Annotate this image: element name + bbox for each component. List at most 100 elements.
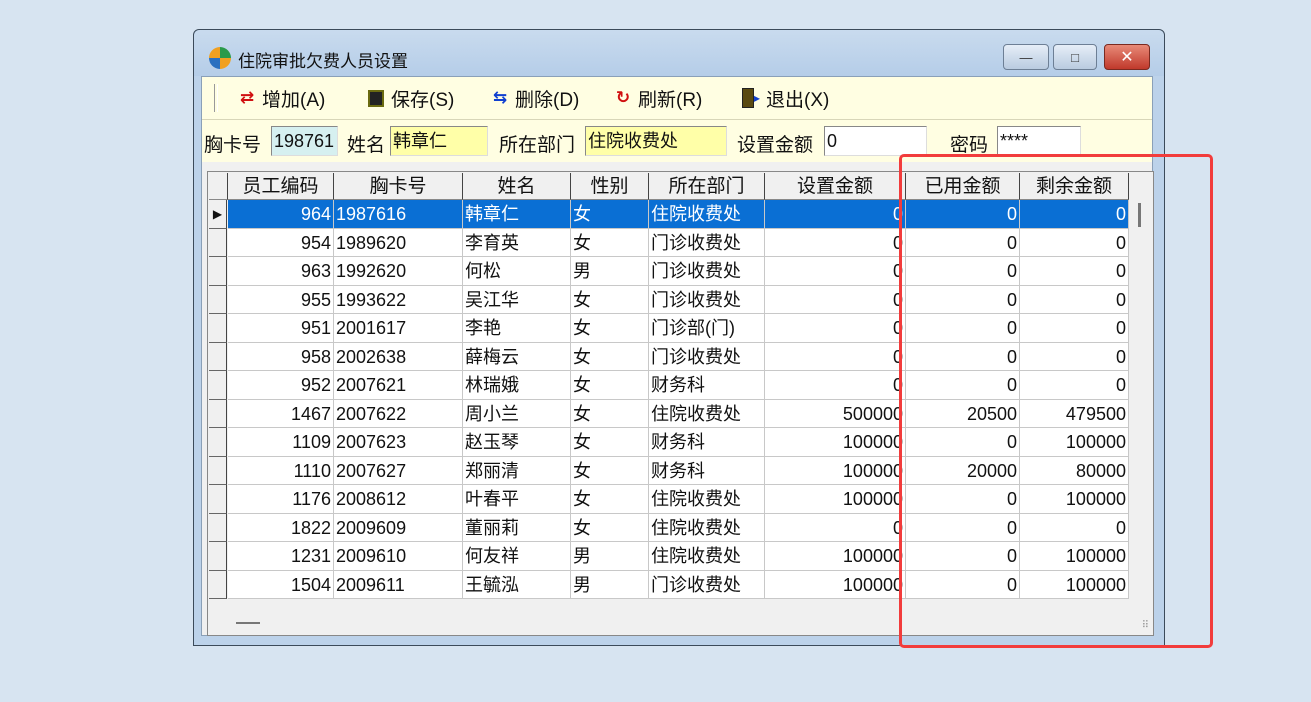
cell-badge-no[interactable]: 1987616 [334,200,463,229]
table-row[interactable]: ▶ 964 1987616 韩章仁女住院收费处 0 0 0 [208,200,1129,229]
exit-button[interactable]: ▸ 退出(X) [740,85,829,111]
name-input[interactable]: 韩章仁 [390,126,488,156]
cell-used-amount[interactable]: 0 [906,485,1020,514]
cell-set-amount[interactable]: 100000 [765,485,906,514]
cell-remaining-amount[interactable]: 0 [1020,371,1129,400]
cell-name[interactable]: 薛梅云 [463,342,571,371]
cell-employee-id[interactable]: 1504 [228,570,334,599]
cell-department[interactable]: 住院收费处 [649,485,765,514]
cell-gender[interactable]: 女 [571,399,649,428]
cell-department[interactable]: 住院收费处 [649,399,765,428]
cell-set-amount[interactable]: 0 [765,228,906,257]
cell-employee-id[interactable]: 1822 [228,513,334,542]
cell-gender[interactable]: 女 [571,200,649,229]
row-selector[interactable] [209,399,227,428]
row-selector[interactable] [209,285,227,314]
cell-badge-no[interactable]: 2002638 [334,342,463,371]
row-selector[interactable] [209,371,227,400]
cell-set-amount[interactable]: 0 [765,200,906,229]
cell-remaining-amount[interactable]: 0 [1020,314,1129,343]
cell-remaining-amount[interactable]: 0 [1020,342,1129,371]
cell-badge-no[interactable]: 2007627 [334,456,463,485]
table-row[interactable]: 1110 2007627 郑丽清女财务科 100000 20000 80000 [208,456,1129,485]
table-row[interactable]: 951 2001617 李艳女门诊部(门) 0 0 0 [208,314,1129,343]
cell-employee-id[interactable]: 954 [228,228,334,257]
cell-used-amount[interactable]: 0 [906,257,1020,286]
row-selector[interactable] [209,428,227,457]
cell-remaining-amount[interactable]: 0 [1020,228,1129,257]
cell-department[interactable]: 门诊收费处 [649,257,765,286]
cell-used-amount[interactable]: 0 [906,200,1020,229]
cell-department[interactable]: 住院收费处 [649,200,765,229]
cell-used-amount[interactable]: 0 [906,542,1020,571]
cell-name[interactable]: 韩章仁 [463,200,571,229]
column-header-department[interactable]: 所在部门 [649,173,765,200]
cell-department[interactable]: 门诊部(门) [649,314,765,343]
cell-employee-id[interactable]: 1110 [228,456,334,485]
dept-input[interactable]: 住院收费处 [585,126,727,156]
resize-grip-icon[interactable]: ⠿ [1142,620,1149,631]
row-selector[interactable] [209,228,227,257]
cell-used-amount[interactable]: 0 [906,228,1020,257]
cell-remaining-amount[interactable]: 0 [1020,257,1129,286]
cell-remaining-amount[interactable]: 479500 [1020,399,1129,428]
cell-department[interactable]: 财务科 [649,456,765,485]
cell-name[interactable]: 王毓泓 [463,570,571,599]
cell-name[interactable]: 何松 [463,257,571,286]
cell-badge-no[interactable]: 2008612 [334,485,463,514]
cell-remaining-amount[interactable]: 80000 [1020,456,1129,485]
horizontal-scrollbar-thumb[interactable] [236,622,260,624]
cell-employee-id[interactable]: 952 [228,371,334,400]
cell-set-amount[interactable]: 100000 [765,428,906,457]
cell-department[interactable]: 门诊收费处 [649,570,765,599]
title-bar[interactable]: 住院审批欠费人员设置 — □ ✕ [194,30,1164,76]
scrollbar-thumb[interactable] [1138,203,1141,227]
table-row[interactable]: 963 1992620 何松男门诊收费处 0 0 0 [208,257,1129,286]
cell-name[interactable]: 郑丽清 [463,456,571,485]
row-selector[interactable] [209,257,227,286]
cell-remaining-amount[interactable]: 0 [1020,513,1129,542]
data-grid[interactable]: ⠿ 员工编码 胸卡号 姓名 性别 所在部门 设置金额 已用金额 剩余金额 ▶ 964 1987616… [207,171,1154,636]
column-header-badge-no[interactable]: 胸卡号 [334,173,463,200]
row-selector[interactable] [209,513,227,542]
add-button[interactable]: ⇄ 增加(A) [236,85,325,111]
cell-employee-id[interactable]: 963 [228,257,334,286]
cell-set-amount[interactable]: 100000 [765,456,906,485]
cell-badge-no[interactable]: 1989620 [334,228,463,257]
cell-department[interactable]: 门诊收费处 [649,342,765,371]
current-row-indicator-icon[interactable]: ▶ [209,200,227,229]
cell-employee-id[interactable]: 1231 [228,542,334,571]
cell-employee-id[interactable]: 951 [228,314,334,343]
cell-name[interactable]: 董丽莉 [463,513,571,542]
cell-gender[interactable]: 男 [571,542,649,571]
cell-employee-id[interactable]: 958 [228,342,334,371]
cell-gender[interactable]: 女 [571,513,649,542]
cell-badge-no[interactable]: 2007623 [334,428,463,457]
cell-remaining-amount[interactable]: 100000 [1020,485,1129,514]
table-row[interactable]: 1504 2009611 王毓泓男门诊收费处 100000 0 100000 [208,570,1129,599]
cell-employee-id[interactable]: 955 [228,285,334,314]
cell-name[interactable]: 李育英 [463,228,571,257]
table-row[interactable]: 1176 2008612 叶春平女住院收费处 100000 0 100000 [208,485,1129,514]
minimize-button[interactable]: — [1003,44,1049,70]
cell-remaining-amount[interactable]: 100000 [1020,428,1129,457]
table-row[interactable]: 1822 2009609 董丽莉女住院收费处 0 0 0 [208,513,1129,542]
cell-department[interactable]: 门诊收费处 [649,285,765,314]
save-button[interactable]: 保存(S) [365,85,454,111]
cell-gender[interactable]: 女 [571,342,649,371]
cell-set-amount[interactable]: 0 [765,314,906,343]
cell-badge-no[interactable]: 2009610 [334,542,463,571]
cell-used-amount[interactable]: 0 [906,428,1020,457]
cell-gender[interactable]: 女 [571,485,649,514]
cell-employee-id[interactable]: 1467 [228,399,334,428]
close-button[interactable]: ✕ [1104,44,1150,70]
cell-department[interactable]: 住院收费处 [649,542,765,571]
cell-name[interactable]: 周小兰 [463,399,571,428]
column-header-used-amount[interactable]: 已用金额 [906,173,1020,200]
row-selector[interactable] [209,485,227,514]
cell-set-amount[interactable]: 0 [765,371,906,400]
cell-gender[interactable]: 女 [571,285,649,314]
delete-button[interactable]: ⇆ 删除(D) [489,85,580,111]
cell-gender[interactable]: 男 [571,257,649,286]
cell-used-amount[interactable]: 0 [906,314,1020,343]
